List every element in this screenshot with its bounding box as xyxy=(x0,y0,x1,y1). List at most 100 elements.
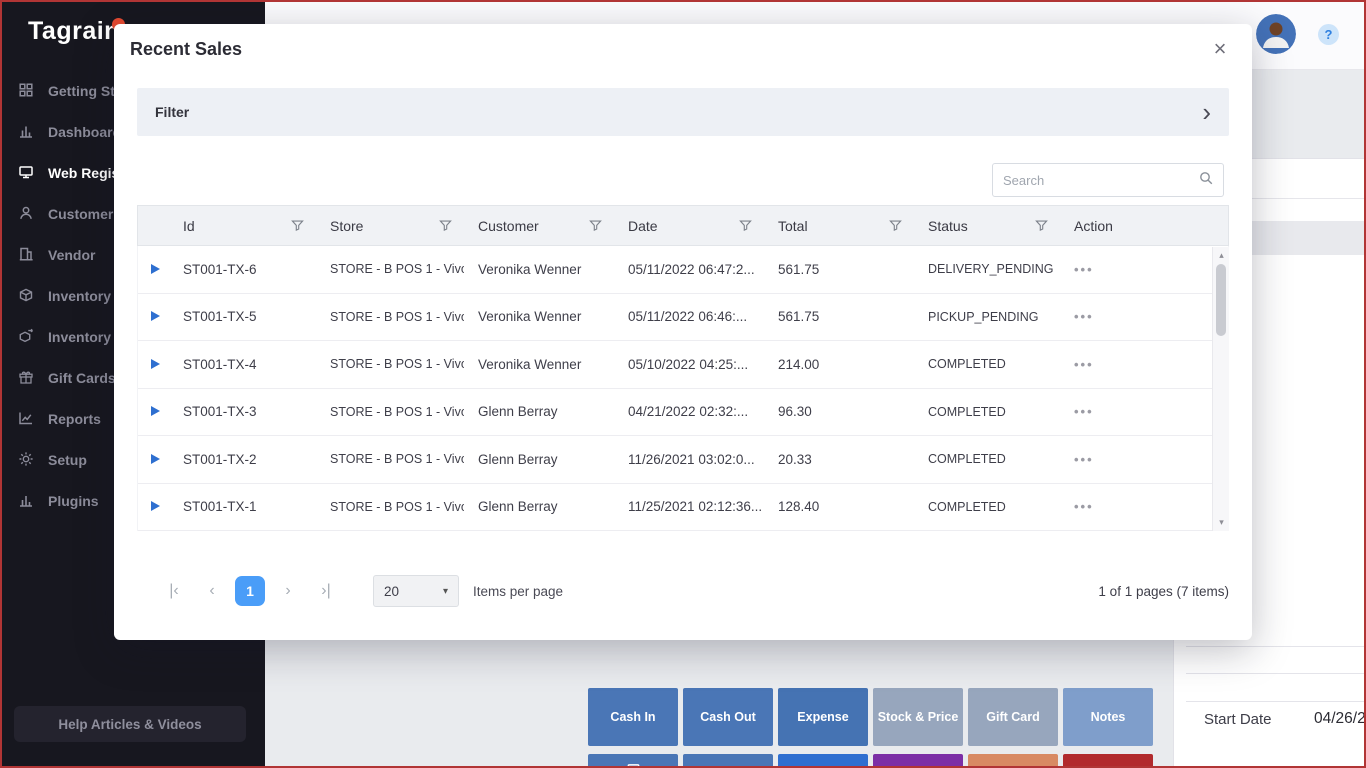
scroll-up-icon[interactable]: ▴ xyxy=(1213,250,1230,261)
cell-total: 561.75 xyxy=(778,261,820,277)
page-size-select[interactable]: 20 ▾ xyxy=(373,575,459,607)
help-icon[interactable]: ? xyxy=(1318,24,1339,45)
last-page-button[interactable]: ›| xyxy=(311,576,341,606)
expand-row-icon[interactable] xyxy=(151,501,160,512)
expand-row-icon[interactable] xyxy=(151,406,160,417)
cell-total: 128.40 xyxy=(778,499,820,515)
cell-id: ST001-TX-4 xyxy=(183,356,257,372)
cell-customer: Glenn Berray xyxy=(478,404,558,420)
sales-table: Id Store Customer Date Total Status Action ST0… xyxy=(137,205,1229,531)
filter-funnel-icon[interactable] xyxy=(589,219,602,235)
search-icon[interactable] xyxy=(1199,171,1213,190)
quick-button-stock-price[interactable]: Stock & Price xyxy=(873,688,963,746)
expand-row-icon[interactable] xyxy=(151,263,160,274)
prev-page-button[interactable]: ‹ xyxy=(197,576,227,606)
table-row[interactable]: ST001-TX-1 STORE - B POS 1 - Vivo Glenn Be… xyxy=(138,484,1228,531)
sidebar-item-label: Customer xyxy=(48,205,114,222)
action-button-close-register[interactable]: Close Register xyxy=(778,754,868,768)
user-avatar[interactable] xyxy=(1256,14,1296,54)
current-page-button[interactable]: 1 xyxy=(235,576,265,606)
row-actions-button[interactable]: ••• xyxy=(1074,262,1094,277)
table-row[interactable]: ST001-TX-6 STORE - B POS 1 - Vivo Veronika… xyxy=(138,246,1228,294)
action-button-lock[interactable]: Lock xyxy=(873,754,963,768)
column-header-action[interactable]: Action xyxy=(1060,206,1228,245)
cell-date: 05/10/2022 04:25:... xyxy=(628,356,749,372)
cell-status: COMPLETED xyxy=(928,499,1006,514)
row-actions-button[interactable]: ••• xyxy=(1074,357,1094,372)
quick-button-gift-card[interactable]: Gift Card xyxy=(968,688,1058,746)
pagination: |‹ ‹ 1 › ›| 20 ▾ Items per page 1 of 1 p… xyxy=(137,575,1229,607)
cell-customer: Veronika Wenner xyxy=(478,309,582,325)
pagination-summary: 1 of 1 pages (7 items) xyxy=(1098,583,1229,599)
register-icon xyxy=(18,164,35,181)
scroll-down-icon[interactable]: ▾ xyxy=(1213,517,1230,528)
quick-button-expense[interactable]: Expense xyxy=(778,688,868,746)
action-button-till-transactions[interactable]: Till Transactions xyxy=(588,754,678,768)
action-button-x-report[interactable]: X - Report xyxy=(683,754,773,768)
action-button-cancel[interactable]: Cancel xyxy=(1063,754,1153,768)
cell-customer: Glenn Berray xyxy=(478,499,558,515)
table-scrollbar[interactable]: ▴ ▾ xyxy=(1212,247,1229,531)
expand-row-icon[interactable] xyxy=(151,311,160,322)
gear-icon xyxy=(18,451,35,468)
column-header-date[interactable]: Date xyxy=(614,206,764,245)
start-date-value: 04/26/2022 04:28:59 AM xyxy=(1314,710,1366,727)
avatar-image xyxy=(1256,14,1296,54)
sidebar-item-label: Setup xyxy=(48,451,87,468)
quick-buttons-row: Cash In Cash Out Expense Stock & Price Gift … xyxy=(588,688,1153,746)
column-header-total[interactable]: Total xyxy=(764,206,914,245)
totals-divider xyxy=(1186,646,1366,647)
building-icon xyxy=(18,246,35,263)
action-button-suspend[interactable]: Suspend xyxy=(968,754,1058,768)
filter-funnel-icon[interactable] xyxy=(291,219,304,235)
cell-store: STORE - B POS 1 - Vivo xyxy=(330,309,464,324)
quick-button-notes[interactable]: Notes xyxy=(1063,688,1153,746)
cell-status: COMPLETED xyxy=(928,404,1006,419)
pay-button[interactable]: Pay $0.00 xyxy=(1186,749,1366,768)
filter-funnel-icon[interactable] xyxy=(739,219,752,235)
gift-icon xyxy=(18,369,35,386)
table-row[interactable]: ST001-TX-5 STORE - B POS 1 - Vivo Veronika… xyxy=(138,294,1228,341)
column-header-id[interactable]: Id xyxy=(169,206,316,245)
next-page-button[interactable]: › xyxy=(273,576,303,606)
scrollbar-thumb[interactable] xyxy=(1216,264,1226,336)
cell-date: 05/11/2022 06:46:... xyxy=(628,309,748,325)
table-header-row: Id Store Customer Date Total Status Action xyxy=(137,205,1229,246)
row-actions-button[interactable]: ••• xyxy=(1074,309,1094,324)
cell-date: 11/25/2021 02:12:36... xyxy=(628,499,763,515)
recent-sales-modal: Recent Sales × Filter › IdStoreCustomerD… xyxy=(114,24,1252,640)
expand-row-icon[interactable] xyxy=(151,453,160,464)
chart-icon xyxy=(18,123,35,140)
row-actions-button[interactable]: ••• xyxy=(1074,404,1094,419)
filter-funnel-icon[interactable] xyxy=(439,219,452,235)
help-articles-button[interactable]: Help Articles & Videos xyxy=(14,706,246,742)
items-per-page-label: Items per page xyxy=(473,583,564,599)
column-header-customer[interactable]: Customer xyxy=(464,206,614,245)
page-size-value: 20 xyxy=(384,583,400,599)
cell-date: 04/21/2022 02:32:... xyxy=(628,404,749,420)
close-icon[interactable]: × xyxy=(1206,35,1234,63)
quick-button-cash-in[interactable]: Cash In xyxy=(588,688,678,746)
column-header-store[interactable]: Store xyxy=(316,206,464,245)
first-page-button[interactable]: |‹ xyxy=(159,576,189,606)
filter-expander[interactable]: Filter › xyxy=(137,88,1229,136)
cell-id: ST001-TX-5 xyxy=(183,309,257,325)
table-row[interactable]: ST001-TX-4 STORE - B POS 1 - Vivo Veronika… xyxy=(138,341,1228,389)
table-row[interactable]: ST001-TX-2 STORE - B POS 1 - Vivo Glenn Be… xyxy=(138,436,1228,484)
table-row[interactable]: ST001-TX-3 STORE - B POS 1 - Vivo Glenn Be… xyxy=(138,389,1228,436)
column-header-status[interactable]: Status xyxy=(914,206,1060,245)
cell-customer: Veronika Wenner xyxy=(478,261,582,277)
quick-button-cash-out[interactable]: Cash Out xyxy=(683,688,773,746)
sidebar-item-label: Reports xyxy=(48,410,101,427)
search-input[interactable] xyxy=(1003,172,1199,188)
filter-funnel-icon[interactable] xyxy=(1035,219,1048,235)
cell-store: STORE - B POS 1 - Vivo xyxy=(330,262,464,277)
totals-divider xyxy=(1186,673,1366,674)
expand-row-icon[interactable] xyxy=(151,358,160,369)
cell-total: 96.30 xyxy=(778,404,812,420)
row-actions-button[interactable]: ••• xyxy=(1074,499,1094,514)
start-date-label: Start Date xyxy=(1204,711,1272,728)
modal-title: Recent Sales xyxy=(130,39,243,59)
filter-funnel-icon[interactable] xyxy=(889,219,902,235)
row-actions-button[interactable]: ••• xyxy=(1074,452,1094,467)
